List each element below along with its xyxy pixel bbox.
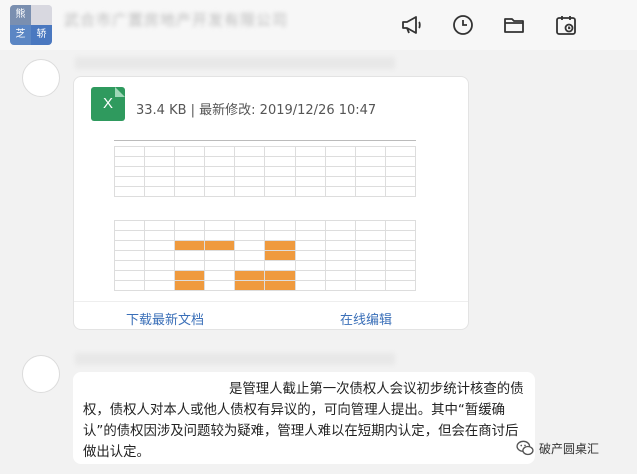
- spreadsheet-preview[interactable]: [113, 140, 417, 300]
- group-avatar-cell: 熊: [10, 5, 31, 25]
- file-meta: 33.4 KB | 最新修改: 2019/12/26 10:47: [136, 103, 377, 118]
- sender-avatar[interactable]: [22, 59, 60, 97]
- clock-icon[interactable]: [451, 13, 475, 37]
- group-avatar[interactable]: 熊 芝 轿: [10, 5, 52, 45]
- text-message-bubble[interactable]: 是管理人截止第一次债权人会议初步统计核查的债权，债权人对本人或他人债权有异议的，…: [73, 372, 535, 464]
- preview-rule: [114, 140, 416, 141]
- excel-file-icon: X: [91, 87, 125, 121]
- calendar-icon[interactable]: [554, 13, 578, 37]
- wechat-icon: [516, 440, 534, 456]
- sender-avatar[interactable]: [22, 355, 60, 393]
- chat-title: 武合市广置房地产开发有限公司: [64, 11, 289, 29]
- sender-name-blurred: [75, 57, 395, 69]
- watermark-label: 破产圆桌汇: [539, 441, 600, 456]
- group-avatar-cell: 芝: [10, 25, 31, 45]
- download-latest-button[interactable]: 下载最新文档: [126, 309, 204, 328]
- preview-table-lower: [113, 220, 417, 291]
- wechat-watermark: 破产圆桌汇: [515, 438, 599, 458]
- message-text: 是管理人截止第一次债权人会议初步统计核查的债权，债权人对本人或他人债权有异议的，…: [83, 382, 524, 460]
- group-avatar-cell: [31, 5, 52, 25]
- chat-header: 熊 芝 轿 武合市广置房地产开发有限公司: [0, 0, 637, 50]
- online-edit-button[interactable]: 在线编辑: [340, 309, 392, 328]
- preview-table-upper: [113, 146, 417, 197]
- group-avatar-cell: 轿: [31, 25, 52, 45]
- sender-name-blurred: [75, 353, 395, 365]
- file-card-actions: 下载最新文档 在线编辑: [74, 301, 468, 329]
- file-message-card[interactable]: X 33.4 KB | 最新修改: 2019/12/26 10:47 下载最新文…: [73, 76, 469, 330]
- megaphone-icon[interactable]: [400, 13, 424, 37]
- folder-icon[interactable]: [502, 13, 526, 37]
